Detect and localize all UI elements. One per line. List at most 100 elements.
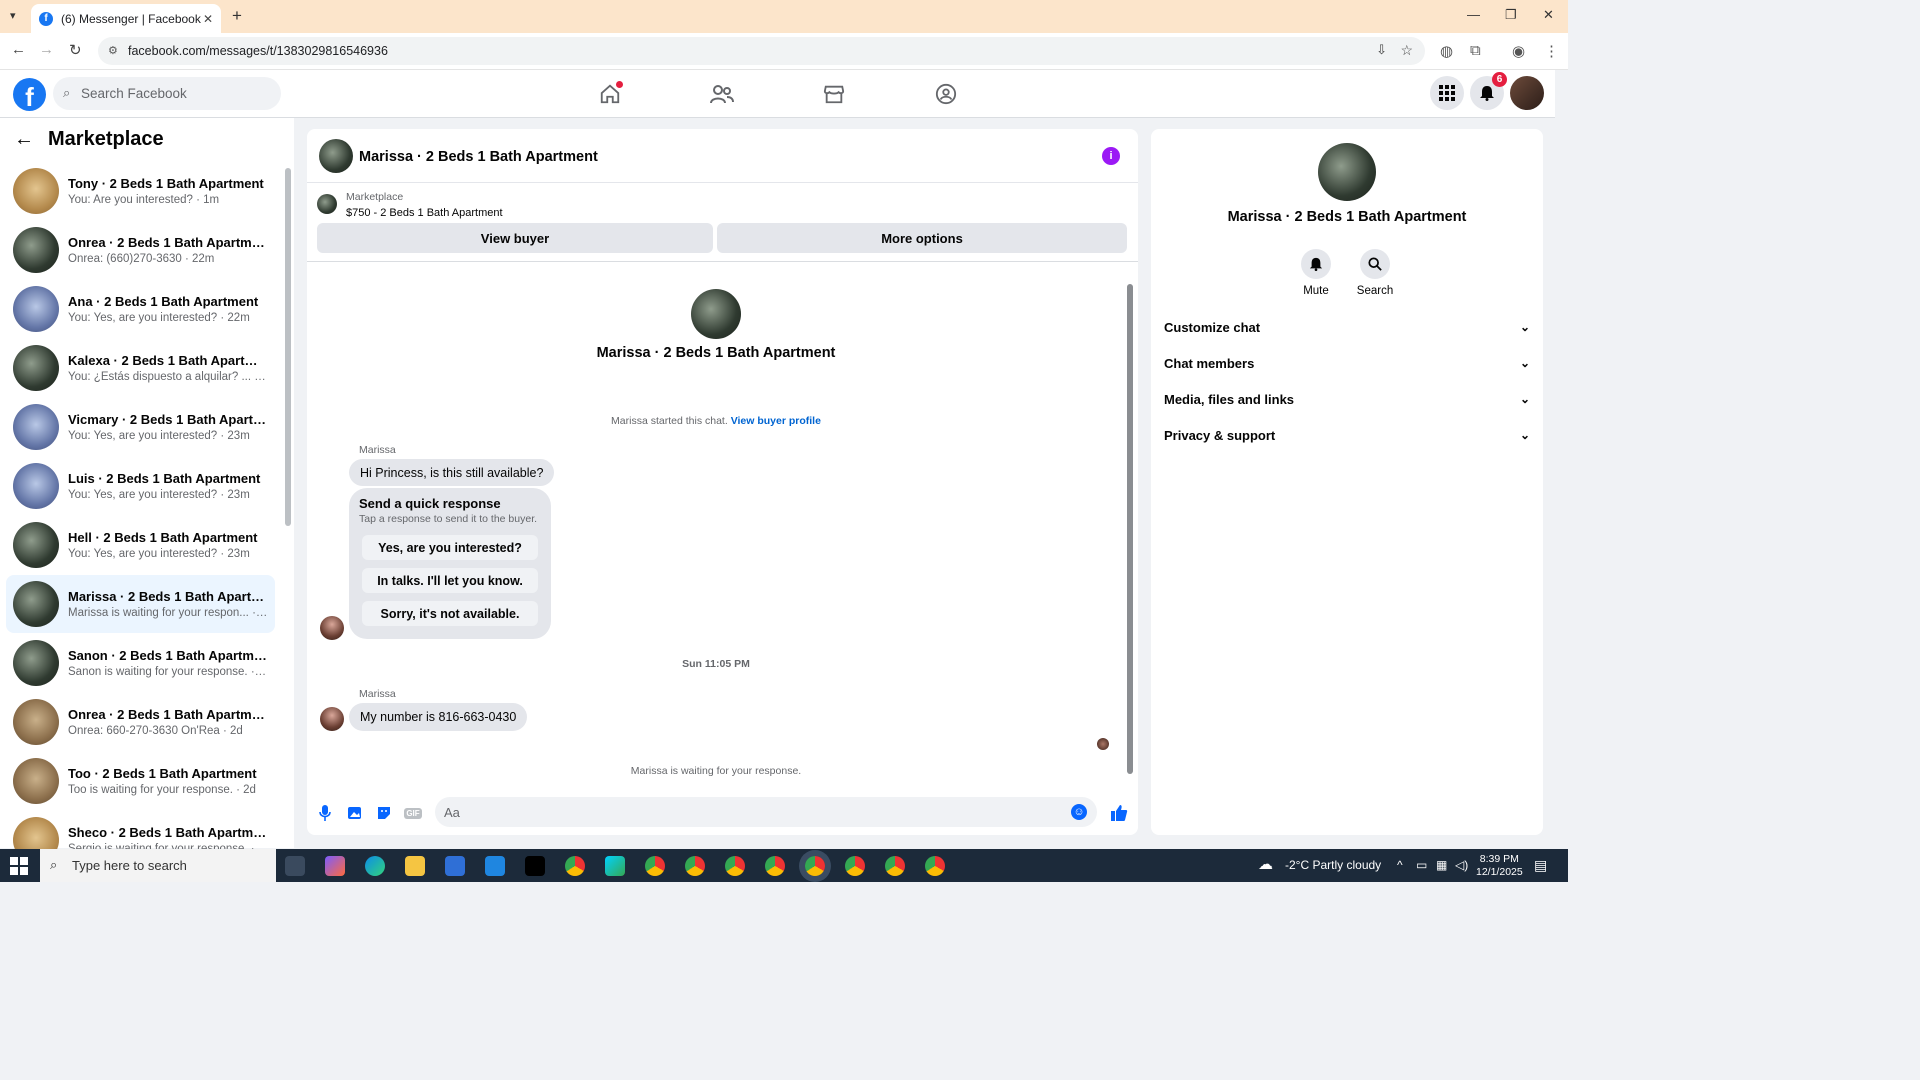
search-action[interactable]: Search — [1345, 249, 1405, 297]
view-buyer-profile-link[interactable]: View buyer profile — [731, 415, 821, 427]
edge-icon[interactable] — [365, 856, 385, 876]
windows-start-icon[interactable] — [10, 857, 28, 875]
chat-avatar[interactable] — [319, 139, 353, 173]
photo-icon[interactable] — [344, 803, 364, 823]
sender-avatar[interactable] — [320, 707, 344, 731]
store-icon[interactable] — [445, 856, 465, 876]
chrome-icon[interactable] — [845, 856, 865, 876]
volume-icon[interactable]: ◁) — [1455, 858, 1468, 872]
conversation-item[interactable]: Marissa · 2 Beds 1 Bath Apartment Marissa… — [6, 575, 275, 633]
conversation-item[interactable]: Tony · 2 Beds 1 Bath Apartment You: Are y… — [6, 162, 275, 220]
profile-icon[interactable]: ◉ — [1512, 42, 1525, 60]
notification-center-icon[interactable]: ▤ — [1534, 857, 1547, 874]
sticker-icon[interactable] — [374, 803, 394, 823]
home-icon[interactable] — [596, 80, 624, 108]
back-arrow-icon[interactable]: ← — [14, 128, 34, 151]
extension-icon[interactable]: ◍ — [1440, 42, 1453, 60]
chrome-icon[interactable] — [925, 856, 945, 876]
message-input[interactable]: Aa ☺ — [435, 797, 1097, 827]
address-bar[interactable]: ⚙ facebook.com/messages/t/13830298165469… — [98, 37, 1425, 65]
close-window-icon[interactable]: ✕ — [1543, 7, 1554, 23]
view-buyer-button[interactable]: View buyer — [317, 223, 713, 253]
file-explorer-icon[interactable] — [405, 856, 425, 876]
tray-overflow-icon[interactable]: ^ — [1397, 858, 1403, 872]
account-avatar[interactable] — [1510, 76, 1544, 110]
friends-icon[interactable] — [708, 80, 736, 108]
back-icon[interactable]: ← — [11, 41, 26, 58]
taskbar-search-input[interactable]: ⌕ Type here to search — [40, 849, 276, 882]
more-options-button[interactable]: More options — [717, 223, 1127, 253]
privacy-support-section[interactable]: Privacy & support ⌄ — [1164, 428, 1530, 443]
facebook-search-input[interactable]: ⌕ Search Facebook — [53, 77, 281, 110]
weather-text[interactable]: -2°C Partly cloudy — [1285, 858, 1381, 872]
quick-response-option[interactable]: Sorry, it's not available. — [362, 601, 538, 626]
meet-icon[interactable]: ▭ — [1416, 858, 1427, 872]
chrome-icon[interactable] — [645, 856, 665, 876]
chrome-icon[interactable] — [765, 856, 785, 876]
microphone-icon[interactable] — [315, 803, 335, 823]
tiktok-icon[interactable] — [525, 856, 545, 876]
conversation-item[interactable]: Hell · 2 Beds 1 Bath Apartment You: Yes, … — [6, 516, 275, 574]
task-view-icon[interactable] — [285, 856, 305, 876]
quick-response-option[interactable]: In talks. I'll let you know. — [362, 568, 538, 593]
menu-kebab-icon[interactable]: ⋮ — [1544, 42, 1559, 60]
sidebar-scrollbar[interactable] — [285, 168, 291, 526]
conversation-item[interactable]: Onrea · 2 Beds 1 Bath Apartment Onrea: 66… — [6, 693, 275, 751]
quick-response-title: Send a quick response — [359, 496, 501, 511]
customize-chat-section[interactable]: Customize chat ⌄ — [1164, 320, 1530, 335]
quick-response-card: Send a quick response Tap a response to … — [349, 488, 551, 639]
conversation-item[interactable]: Vicmary · 2 Beds 1 Bath Apartm... You: Ye… — [6, 398, 275, 456]
chrome-icon[interactable] — [685, 856, 705, 876]
menu-grid-icon[interactable] — [1430, 76, 1464, 110]
like-thumbs-up-icon[interactable] — [1109, 803, 1129, 823]
minimize-icon[interactable]: — — [1467, 7, 1480, 22]
notification-count-badge: 6 — [1492, 72, 1507, 87]
bell-icon[interactable] — [1301, 249, 1331, 279]
waiting-notice: Marissa is waiting for your response. — [630, 765, 802, 777]
network-icon[interactable]: ▦ — [1436, 858, 1447, 872]
quick-response-option[interactable]: Yes, are you interested? — [362, 535, 538, 560]
chat-scrollbar[interactable] — [1127, 284, 1133, 774]
conversation-item[interactable]: Ana · 2 Beds 1 Bath Apartment You: Yes, a… — [6, 280, 275, 338]
chat-members-section[interactable]: Chat members ⌄ — [1164, 356, 1530, 371]
chat-started-notice: Marissa started this chat. View buyer pr… — [307, 415, 1125, 427]
extensions-puzzle-icon[interactable]: ⧉ — [1470, 42, 1481, 59]
info-icon[interactable]: i — [1102, 147, 1120, 165]
conversation-item[interactable]: Kalexa · 2 Beds 1 Bath Apartment You: ¿Es… — [6, 339, 275, 397]
close-tab-icon[interactable]: ✕ — [203, 12, 213, 26]
media-files-links-section[interactable]: Media, files and links ⌄ — [1164, 392, 1530, 407]
tab-search-icon[interactable]: ▾ — [10, 9, 16, 22]
chrome-icon[interactable] — [565, 856, 585, 876]
mute-action[interactable]: Mute — [1286, 249, 1346, 297]
forward-icon[interactable]: → — [39, 41, 54, 58]
gif-icon[interactable]: GIF — [403, 803, 423, 823]
groups-icon[interactable] — [932, 80, 960, 108]
chrome-icon-active[interactable] — [805, 856, 825, 876]
quick-response-subtitle: Tap a response to send it to the buyer. — [359, 513, 538, 525]
site-info-icon[interactable]: ⚙ — [108, 44, 118, 57]
conversation-title: Too · 2 Beds 1 Bath Apartment — [68, 766, 257, 781]
conversation-item[interactable]: Sanon · 2 Beds 1 Bath Apartment Sanon is … — [6, 634, 275, 692]
conversation-item[interactable]: Too · 2 Beds 1 Bath Apartment Too is wait… — [6, 752, 275, 810]
bookmark-star-icon[interactable]: ☆ — [1400, 42, 1413, 59]
chrome-icon[interactable] — [885, 856, 905, 876]
conversation-item[interactable]: Luis · 2 Beds 1 Bath Apartment You: Yes, … — [6, 457, 275, 515]
facebook-logo-icon[interactable]: f — [13, 78, 46, 112]
sender-avatar[interactable] — [320, 616, 344, 640]
install-icon[interactable]: ⇩ — [1376, 42, 1387, 58]
copilot-icon[interactable] — [325, 856, 345, 876]
chat-title[interactable]: Marissa · 2 Beds 1 Bath Apartment — [359, 149, 598, 165]
taskbar-clock[interactable]: 8:39 PM 12/1/2025 — [1476, 853, 1523, 879]
marketplace-icon[interactable] — [820, 80, 848, 108]
new-tab-icon[interactable]: + — [232, 6, 242, 26]
emoji-icon[interactable]: ☺ — [1071, 804, 1087, 820]
reload-icon[interactable]: ↻ — [69, 41, 82, 59]
outlook-icon[interactable] — [485, 856, 505, 876]
conversation-item[interactable]: Onrea · 2 Beds 1 Bath Apartment Onrea: (6… — [6, 221, 275, 279]
play-icon[interactable] — [605, 856, 625, 876]
search-icon[interactable] — [1360, 249, 1390, 279]
chrome-icon[interactable] — [725, 856, 745, 876]
restore-icon[interactable]: ❐ — [1505, 7, 1517, 23]
browser-tab[interactable]: f (6) Messenger | Facebook ✕ — [31, 4, 221, 33]
weather-icon[interactable]: ☁ — [1258, 855, 1273, 873]
